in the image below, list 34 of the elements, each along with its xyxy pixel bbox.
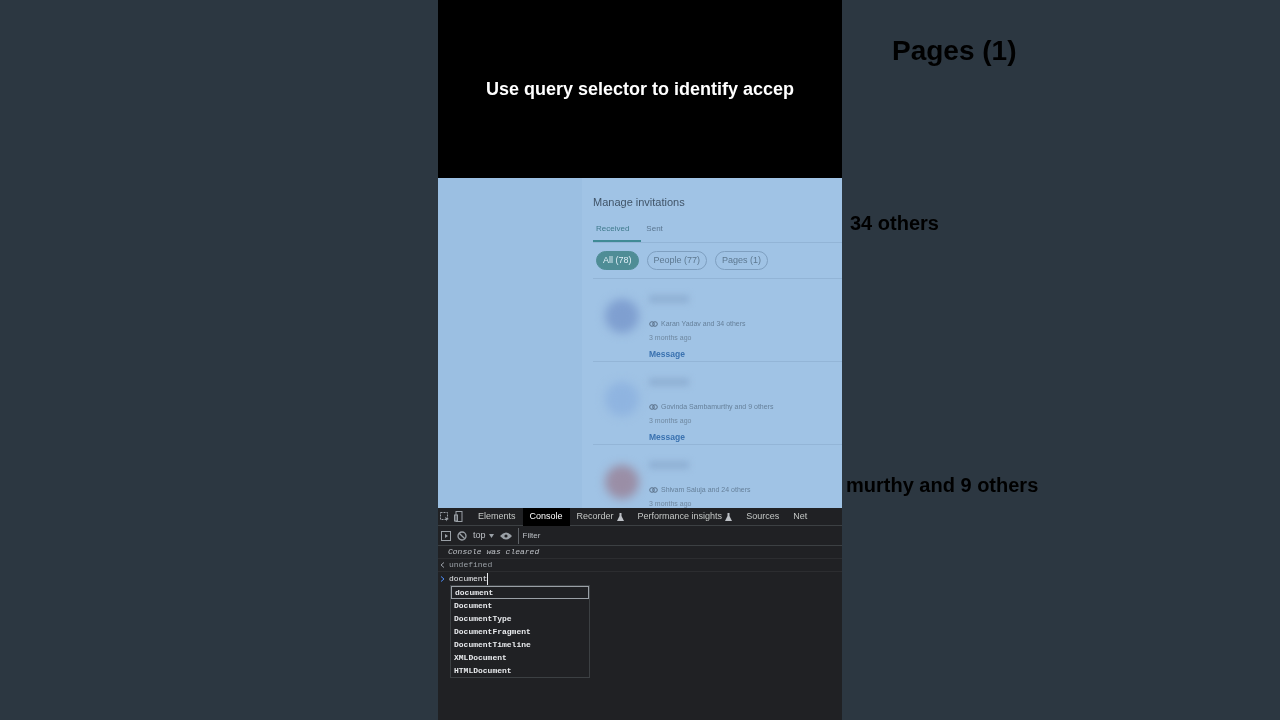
sidebar-icon[interactable] — [441, 530, 451, 541]
eye-icon[interactable] — [499, 531, 512, 540]
autocomplete-item[interactable]: Document — [451, 599, 589, 612]
autocomplete-item[interactable]: XMLDocument — [451, 651, 589, 664]
mutual-connections-icon — [649, 404, 658, 411]
devtools-tab[interactable]: Performance insights — [630, 508, 740, 526]
avatar — [605, 465, 639, 499]
page-title: Manage invitations — [593, 195, 686, 210]
devtools-tab[interactable]: Recorder — [569, 508, 631, 526]
console-input[interactable]: document — [449, 572, 489, 585]
autocomplete-item[interactable]: document — [451, 586, 589, 599]
devtools-tab[interactable]: Sources — [739, 508, 787, 526]
avatar — [605, 299, 639, 333]
devtools-tab[interactable]: Net — [786, 508, 815, 526]
devtools-tab[interactable]: Console — [522, 508, 570, 526]
autocomplete-item[interactable]: DocumentTimeline — [451, 638, 589, 651]
video-caption: Use query selector to identify accep — [485, 77, 795, 101]
dropdown-caret-icon[interactable] — [488, 533, 494, 538]
mutual-connections-icon — [649, 321, 658, 328]
inspect-icon[interactable] — [440, 511, 450, 522]
mutual-connections-icon — [649, 487, 658, 494]
console-message: Console was cleared — [447, 546, 540, 558]
background-text: Pages (1) — [892, 34, 1017, 68]
console-result: undefined — [449, 559, 493, 571]
autocomplete-item[interactable]: HTMLDocument — [451, 664, 589, 677]
clear-icon[interactable] — [457, 530, 467, 541]
background-text: murthy and 9 others — [846, 473, 1039, 498]
autocomplete-item[interactable]: DocumentType — [451, 612, 589, 625]
prompt-icon — [440, 575, 445, 582]
autocomplete-item[interactable]: DocumentFragment — [451, 625, 589, 638]
device-icon[interactable] — [454, 511, 463, 522]
context-selector[interactable]: top — [473, 528, 486, 543]
devtools-tab[interactable]: Elements — [471, 508, 523, 526]
background-text: 34 others — [850, 211, 939, 236]
